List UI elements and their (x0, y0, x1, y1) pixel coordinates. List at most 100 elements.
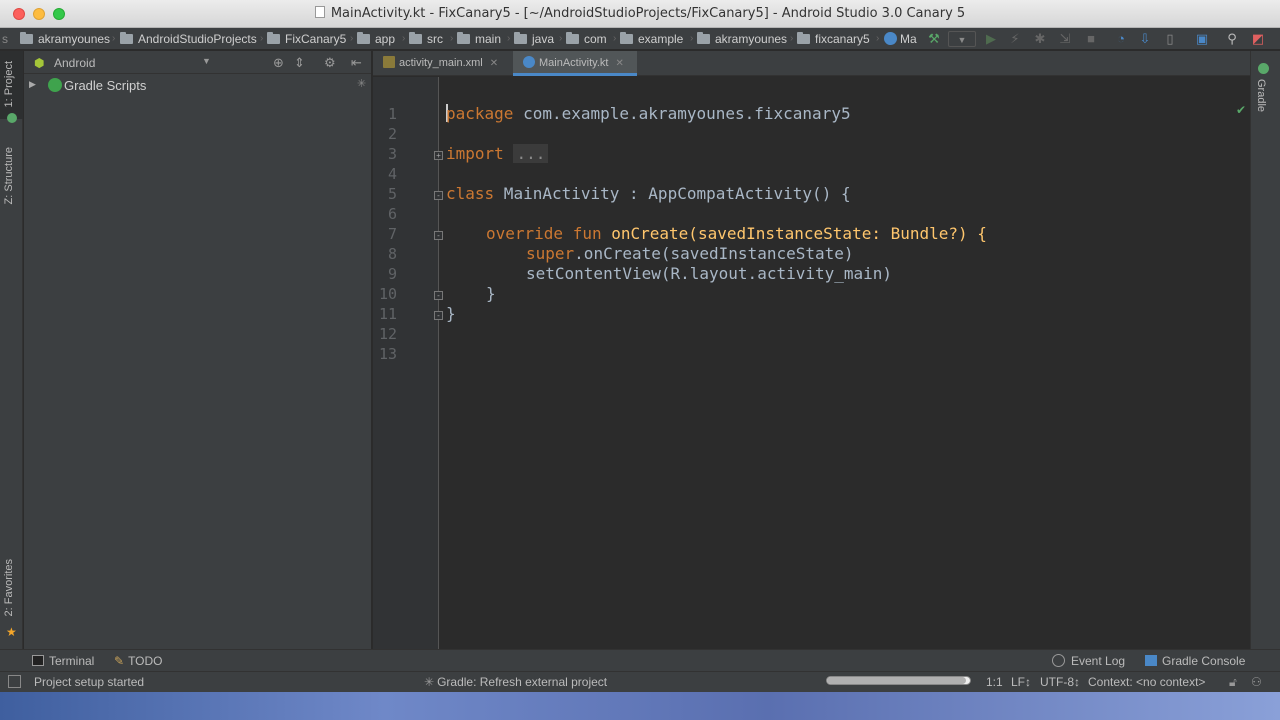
fold-collapse-icon[interactable]: - (434, 231, 443, 240)
folder-icon (620, 32, 633, 44)
project-structure-icon[interactable]: ▣ (1194, 31, 1210, 47)
sdk-manager-icon[interactable]: ◩ (1250, 31, 1266, 47)
navigation-bar: s akramyounes › AndroidStudioProjects › … (0, 28, 1280, 50)
folder-icon (409, 32, 422, 44)
breadcrumb-item[interactable]: akramyounes (697, 31, 787, 47)
breadcrumb-item[interactable]: example (620, 31, 683, 47)
terminal-icon (32, 655, 44, 666)
right-tool-strip: Gradle (1250, 51, 1280, 649)
status-bar: Project setup started ✳ Gradle: Refresh e… (0, 671, 1280, 692)
file-encoding[interactable]: UTF-8↕ (1040, 675, 1080, 689)
breadcrumb-item[interactable]: app (357, 31, 395, 47)
xml-file-icon (383, 56, 395, 68)
code-line-1: package com.example.akramyounes.fixcanar… (446, 104, 851, 123)
breadcrumb-label: java (532, 32, 555, 46)
bottom-tool-strip: Terminal ✎ TODO Event Log Gradle Console (0, 649, 1280, 671)
profiler-icon[interactable]: ◔ (1113, 31, 1129, 47)
breadcrumb-label: src (427, 32, 443, 46)
apply-changes-icon[interactable]: ⚡ (1007, 31, 1023, 47)
close-icon[interactable]: ✕ (490, 58, 498, 69)
code-line-10: setContentView(R.layout.activity_main) (526, 264, 893, 283)
avd-manager-icon[interactable]: ▯ (1162, 31, 1178, 47)
debug-icon[interactable]: ✱ (1032, 31, 1048, 47)
code-editor[interactable]: 1 2 3 4 5 6 7 8 9 10 11 12 13 + - - - - … (373, 77, 1250, 649)
tree-item-gradle-scripts[interactable]: ▶ Gradle Scripts ✳ (24, 75, 372, 95)
code-text: .onCreate(savedInstanceState) (574, 244, 854, 263)
hide-panel-icon[interactable]: ⇤ (351, 55, 362, 71)
gradle-icon (48, 78, 62, 92)
tool-tab-structure[interactable]: Z: Structure (3, 147, 15, 204)
gradle-console-tab[interactable]: Gradle Console (1145, 654, 1245, 668)
breadcrumb-overflow[interactable]: s (2, 31, 8, 47)
search-icon[interactable]: ⚲ (1224, 31, 1240, 47)
breadcrumb-item[interactable]: main (457, 31, 501, 47)
build-hammer-icon[interactable]: ⚒ (926, 31, 942, 47)
chevron-down-icon[interactable]: ▼ (202, 56, 211, 66)
close-icon[interactable]: ✕ (615, 58, 623, 69)
keyword: super (526, 244, 575, 263)
line-number: 12 (378, 325, 397, 343)
tab-mainactivity-kt[interactable]: MainActivity.kt ✕ (513, 51, 637, 76)
background-task[interactable]: ✳ Gradle: Refresh external project (424, 675, 607, 689)
breadcrumb-item[interactable]: src (409, 31, 443, 47)
tool-tab-favorites[interactable]: 2: Favorites (3, 559, 15, 616)
line-number: 11 (378, 305, 397, 323)
breadcrumb-item[interactable]: fixcanary5 (797, 31, 870, 47)
line-number: 4 (387, 165, 397, 183)
view-mode-selector[interactable]: Android (54, 56, 95, 70)
window-title-wrap: MainActivity.kt - FixCanary5 - [~/Androi… (0, 6, 1280, 21)
expand-arrow-icon[interactable]: ▶ (29, 79, 36, 90)
caret-position[interactable]: 1:1 (986, 675, 1003, 689)
project-panel: ⬢ Android ▼ ⊕ ⇕ ⚙ ⇤ ▶ Gradle Scripts ✳ (24, 51, 372, 649)
event-log-tab[interactable]: Event Log (1052, 654, 1125, 668)
breadcrumb-item[interactable]: java (514, 31, 554, 47)
tab-activity-main-xml[interactable]: activity_main.xml ✕ (373, 51, 511, 76)
project-panel-header: ⬢ Android ▼ ⊕ ⇕ ⚙ ⇤ (24, 51, 371, 74)
document-icon (314, 6, 325, 18)
fold-expand-icon[interactable]: + (434, 151, 443, 160)
code-text: com.example.akramyounes.fixcanary5 (513, 104, 851, 123)
line-number: 13 (378, 345, 397, 363)
run-config-dropdown[interactable]: ▼ (948, 31, 976, 47)
lock-icon[interactable]: 🔓︎ (1229, 675, 1237, 690)
breadcrumb-item[interactable]: AndroidStudioProjects (120, 31, 257, 47)
todo-tab[interactable]: ✎ TODO (114, 654, 163, 668)
sync-gradle-icon[interactable]: ⇩ (1137, 31, 1153, 47)
breadcrumb-label: AndroidStudioProjects (138, 32, 257, 46)
run-icon[interactable]: ▶ (983, 31, 999, 47)
keyword: class (446, 184, 495, 203)
line-number: 7 (387, 225, 397, 243)
tool-tab-gradle[interactable]: Gradle (1255, 79, 1267, 112)
collapse-all-icon[interactable]: ⇕ (294, 55, 305, 71)
tool-tab-project[interactable]: 1: Project (3, 61, 15, 107)
breadcrumb-separator: › (790, 33, 794, 44)
task-progress-bar (826, 676, 971, 685)
breadcrumb-item[interactable]: com (566, 31, 607, 47)
keyword: fun (572, 224, 602, 243)
line-gutter: 1 2 3 4 5 6 7 8 9 10 11 12 13 (373, 77, 439, 649)
fold-end-icon[interactable]: - (434, 291, 443, 300)
breadcrumb-separator: › (876, 33, 880, 44)
terminal-tab[interactable]: Terminal (32, 654, 94, 668)
scroll-from-source-icon[interactable]: ⊕ (273, 55, 284, 71)
line-number: 10 (378, 285, 397, 303)
fold-end-icon[interactable]: - (434, 311, 443, 320)
line-separator[interactable]: LF↕ (1011, 675, 1031, 689)
tool-tab-label: 2: Favorites (3, 559, 15, 617)
breadcrumb-item[interactable]: akramyounes (20, 31, 110, 47)
breadcrumb-separator: › (507, 33, 511, 44)
inspector-icon[interactable]: ⚇ (1251, 675, 1262, 689)
breadcrumb-separator: › (613, 33, 617, 44)
breadcrumb-separator: › (690, 33, 694, 44)
tool-windows-toggle-icon[interactable] (8, 675, 21, 688)
window-title: MainActivity.kt - FixCanary5 - [~/Androi… (330, 6, 966, 21)
stop-icon[interactable]: ■ (1083, 31, 1099, 47)
breadcrumb-item[interactable]: FixCanary5 (267, 31, 346, 47)
context-indicator[interactable]: Context: <no context> (1088, 675, 1205, 689)
fold-collapse-icon[interactable]: - (434, 191, 443, 200)
gear-icon[interactable]: ⚙ (324, 55, 336, 71)
folded-imports[interactable]: ... (513, 144, 549, 163)
attach-debugger-icon[interactable]: ⇲ (1057, 31, 1073, 47)
favorites-star-icon: ★ (6, 625, 17, 639)
breadcrumb-item-file[interactable]: Ma (884, 31, 917, 47)
